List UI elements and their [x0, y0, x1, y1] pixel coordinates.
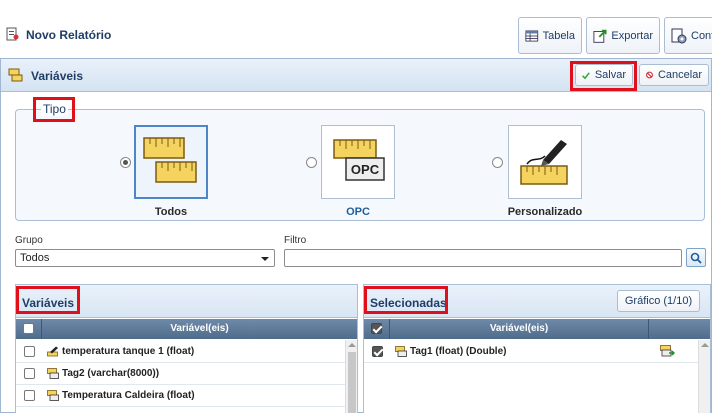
radio-opc[interactable] — [306, 157, 317, 168]
variaveis-header: Variáveis — [16, 285, 357, 318]
option-opc[interactable]: OPC OPC — [321, 125, 395, 218]
list-item-content: temperatura tanque 1 (float) — [47, 346, 194, 357]
search-button[interactable] — [686, 248, 706, 267]
filtro-input[interactable] — [284, 249, 682, 267]
cancel-icon — [646, 71, 653, 79]
row-checkbox[interactable] — [24, 368, 35, 379]
option-personalizado-label: Personalizado — [507, 206, 583, 218]
opc-card[interactable]: OPC — [321, 125, 395, 199]
select-all-checkbox[interactable] — [371, 323, 382, 334]
scroll-thumb[interactable] — [348, 352, 356, 413]
row-checkbox[interactable] — [372, 346, 383, 357]
variables-panel: Variáveis Salvar Cancelar Todos OPC OPC … — [0, 58, 712, 413]
select-all-cell — [364, 319, 390, 339]
list-item-label: temperatura tanque 1 (float) — [62, 346, 195, 358]
row-checkbox[interactable] — [24, 390, 35, 401]
variaveis-column-header: Variável(eis) — [170, 323, 229, 334]
list-item-content: Temperatura Caldeira (float) — [47, 390, 195, 401]
rulers-icon — [8, 68, 23, 82]
grupo-select[interactable]: Todos — [15, 249, 275, 267]
selecionadas-title: Selecionadas — [370, 296, 447, 310]
cancel-button[interactable]: Cancelar — [639, 64, 709, 86]
config-button[interactable]: Conf — [664, 17, 712, 54]
tipo-legend: Tipo — [41, 102, 68, 116]
list-item[interactable]: Tag1 (float) (Double) — [364, 341, 698, 363]
opc-badge: OPC — [351, 162, 380, 177]
chart-button[interactable]: Gráfico (1/10) — [617, 290, 700, 312]
search-icon — [690, 252, 702, 264]
save-button-label: Salvar — [594, 69, 626, 81]
list-item[interactable]: Tag2 (varchar(8000)) — [16, 363, 345, 385]
list-item-label: Tag2 (varchar(8000)) — [62, 368, 160, 380]
selecionadas-scrollbar[interactable] — [698, 340, 710, 413]
edit-tag-icon[interactable] — [660, 345, 675, 358]
personalizado-card[interactable] — [508, 125, 582, 199]
list-item-content: Tag2 (varchar(8000)) — [47, 368, 159, 379]
export-button-label: Exportar — [611, 29, 653, 42]
opc-tag-icon — [47, 390, 59, 401]
option-opc-label: OPC — [346, 206, 370, 218]
table-icon — [525, 29, 539, 42]
variaveis-list: Variáveis Variável(eis) temperatura tanq… — [15, 284, 358, 413]
opc-ruler-icon: OPC — [333, 139, 385, 181]
chevron-down-icon — [261, 257, 269, 261]
table-button[interactable]: Tabela — [518, 17, 582, 54]
option-personalizado[interactable]: Personalizado — [490, 125, 600, 218]
list-item-label: Temperatura Caldeira (float) — [62, 390, 195, 402]
select-all-checkbox[interactable] — [23, 323, 34, 334]
list-item-label: Tag1 (float) (Double) — [410, 346, 507, 358]
filtro-label: Filtro — [284, 235, 307, 246]
pen-ruler-icon — [520, 140, 568, 185]
opc-tag-icon — [47, 368, 59, 379]
list-item[interactable]: Temperatura Caldeira (float) — [16, 385, 345, 407]
config-icon — [671, 28, 687, 43]
radio-todos[interactable] — [120, 157, 131, 168]
save-button[interactable]: Salvar — [575, 64, 633, 86]
option-todos[interactable]: Todos — [134, 125, 208, 218]
variaveis-title: Variáveis — [22, 296, 75, 310]
row-checkbox[interactable] — [24, 346, 35, 357]
export-icon — [593, 29, 607, 43]
page-title: Novo Relatório — [26, 28, 112, 42]
tipo-group: Todos OPC OPC Personalizado — [15, 109, 705, 221]
selecionadas-header: Selecionadas Gráfico (1/10) — [364, 285, 710, 318]
config-button-label: Conf — [691, 29, 712, 42]
select-all-cell — [16, 319, 42, 339]
chart-button-label: Gráfico (1/10) — [624, 295, 693, 307]
pen-ruler-icon — [47, 346, 58, 357]
rulers-icon — [143, 137, 197, 183]
selecionadas-grid-header: Variável(eis) — [364, 319, 710, 339]
check-icon — [582, 71, 590, 79]
table-button-label: Tabela — [542, 29, 575, 42]
list-item-content: Tag1 (float) (Double) — [395, 346, 506, 357]
cancel-button-label: Cancelar — [657, 69, 702, 81]
export-button[interactable]: Exportar — [586, 17, 660, 54]
scroll-up-icon — [348, 343, 356, 347]
selecionadas-column-header: Variável(eis) — [489, 323, 549, 334]
scroll-up-icon — [701, 343, 709, 347]
variaveis-scrollbar[interactable] — [345, 340, 357, 413]
list-item[interactable]: temperatura tanque 1 (float) — [16, 341, 345, 363]
variaveis-grid-header: Variável(eis) — [16, 319, 357, 339]
todos-card[interactable] — [134, 125, 208, 199]
report-icon — [6, 27, 19, 41]
top-bar: Novo Relatório Tabela Exportar Conf — [0, 0, 712, 56]
opc-tag-icon — [395, 346, 407, 357]
option-todos-label: Todos — [154, 206, 188, 218]
grupo-label: Grupo — [15, 235, 43, 246]
grupo-select-value: Todos — [20, 252, 50, 264]
action-column-header — [648, 319, 688, 339]
selecionadas-list: Selecionadas Gráfico (1/10) Variável(eis… — [363, 284, 711, 413]
panel-title: Variáveis — [31, 69, 84, 83]
panel-header: Variáveis Salvar Cancelar — [1, 59, 711, 92]
